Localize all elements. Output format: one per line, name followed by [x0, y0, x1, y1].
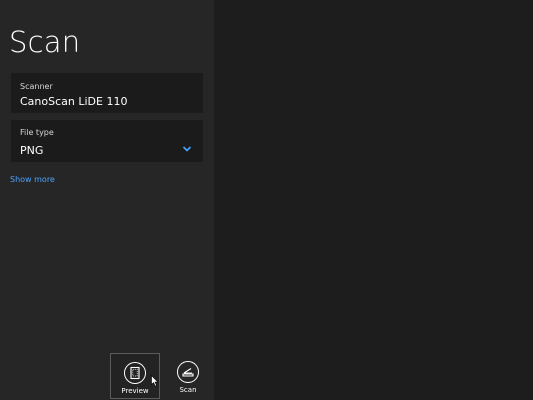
- page-title: Scan: [9, 25, 81, 59]
- scanner-label: Scanner: [20, 82, 53, 91]
- scan-button[interactable]: Scan: [163, 353, 213, 399]
- chevron-down-icon[interactable]: [182, 144, 192, 154]
- mouse-cursor-icon: [151, 375, 159, 387]
- settings-pane: Scan Scanner CanoScan LiDE 110 File type…: [0, 0, 214, 400]
- scan-label: Scan: [179, 386, 197, 394]
- show-more-link[interactable]: Show more: [10, 175, 55, 184]
- file-type-label: File type: [20, 128, 54, 137]
- scan-app: Scan Scanner CanoScan LiDE 110 File type…: [0, 0, 533, 400]
- file-type-select[interactable]: File type PNG: [11, 120, 203, 162]
- file-type-value: PNG: [20, 144, 44, 157]
- scanner-field[interactable]: Scanner CanoScan LiDE 110: [11, 73, 203, 113]
- preview-icon: [124, 362, 146, 384]
- scanner-icon: [177, 361, 199, 383]
- preview-area: [214, 0, 533, 400]
- scanner-value: CanoScan LiDE 110: [20, 95, 128, 108]
- preview-label: Preview: [121, 387, 149, 395]
